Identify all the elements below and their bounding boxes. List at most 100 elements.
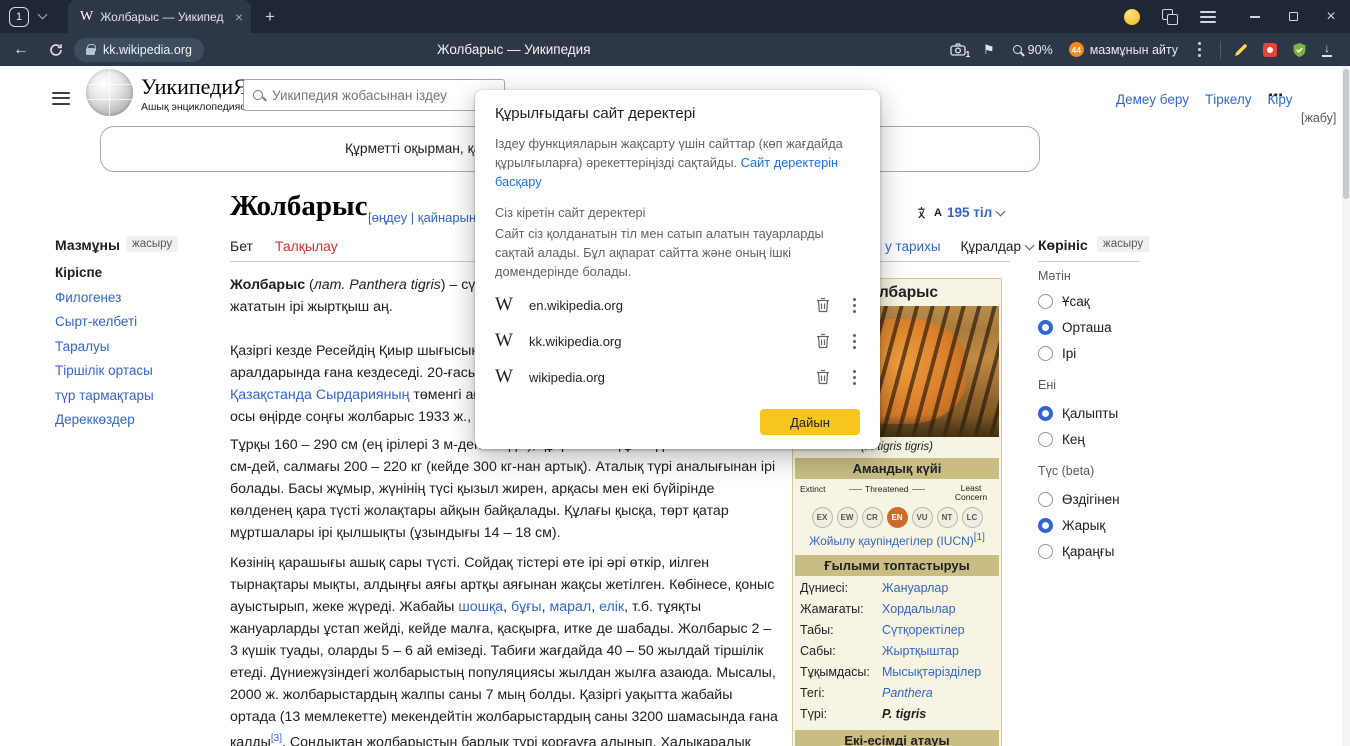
wikipedia-favicon: W [80,9,93,25]
radio-text-small[interactable]: Ұсақ [1038,294,1090,309]
article-paragraph-4: Көзінің қарашығы ашық сары түсті. Сойдақ… [230,552,778,746]
delete-site-data-icon[interactable] [816,333,830,349]
search-input[interactable] [272,88,495,103]
article-tabs-right: у тарихы Құралдар [885,239,1033,254]
tab-talk[interactable]: Талқылау [275,238,338,254]
url-text: kk.wikipedia.org [103,43,192,57]
bookmark-icon[interactable]: ⚑ [983,42,995,58]
back-icon[interactable]: ← [0,41,42,59]
site-more-options-icon[interactable] [848,368,860,386]
dialog-section-text: Сайт сіз қолданатын тіл мен сатып алатын… [495,224,860,281]
tab-group-button[interactable]: 1 [9,7,29,27]
article-paragraph-3: Тұрқы 160 – 290 см (ең ірілері 3 м-ден а… [230,434,778,544]
register-link[interactable]: Тіркелу [1205,92,1252,107]
radio-text-large[interactable]: Ірі [1038,346,1076,361]
window-close-button[interactable]: × [1312,0,1350,33]
banner-close-link[interactable]: [жабу] [1301,111,1336,125]
taxon-link[interactable]: Жануарлар [882,578,948,599]
maximize-button[interactable] [1274,0,1312,33]
site-data-row: W kk.wikipedia.org [495,323,860,359]
scrollbar-thumb[interactable] [1343,69,1349,199]
toc-list: Кіріспе Филогенез Сырт-келбеті Таралуы Т… [55,265,154,427]
tools-menu[interactable]: Құралдар [961,239,1033,254]
wordmark-subtitle: Ашық энциклопедиясы [141,101,253,113]
delete-site-data-icon[interactable] [816,369,830,385]
radio-color-auto[interactable]: Өздігінен [1038,492,1120,507]
browser-tab-active[interactable]: W Жолбарыс — Уикипед × [68,0,251,33]
adblock-icon[interactable] [1263,43,1277,57]
dialog-title: Құрылғыдағы сайт деректері [495,105,860,122]
toc-item-appearance[interactable]: Сырт-келбеті [55,314,154,329]
tools-caret-icon [1025,240,1035,250]
radio-color-light[interactable]: Жарық [1038,518,1105,533]
download-icon[interactable]: ↓ [1322,43,1332,57]
taxon-link[interactable]: Жыртқыштар [882,641,959,662]
address-bar[interactable]: kk.wikipedia.org [74,38,204,62]
toc-item-habitat[interactable]: Тіршілік ортасы [55,363,154,378]
link-bugy[interactable]: бұғы [511,599,542,615]
taxon-link[interactable]: Мысықтәрізділер [882,662,981,683]
link-maral[interactable]: марал [549,599,591,615]
wikipedia-wordmark[interactable]: УикипедиЯ Ашық энциклопедиясы [141,75,253,113]
radio-icon [1038,544,1053,559]
radio-icon-selected [1038,406,1053,421]
site-more-options-icon[interactable] [848,296,860,314]
toc-item-distribution[interactable]: Таралуы [55,339,154,354]
wikipedia-logo[interactable] [86,69,133,116]
browser-menu-icon[interactable] [1200,8,1216,26]
reference-1-link[interactable]: [1] [974,532,985,543]
tab-history[interactable]: у тарихы [885,239,941,254]
toc-item-references[interactable]: Дереккөздер [55,412,154,427]
link-shoshqa[interactable]: шошқа [458,599,503,615]
protect-shield-icon[interactable] [1292,42,1307,58]
zoom-indicator[interactable]: 90% [1013,43,1053,57]
language-selector[interactable]: A 195 тіл [917,205,1004,220]
read-aloud-button[interactable]: 44 мазмұнын айту [1069,42,1178,57]
new-tab-button[interactable]: + [265,7,275,27]
radio-text-medium[interactable]: Орташа [1038,320,1112,335]
taxonomy-row: Дүниесі:Жануарлар [795,578,999,599]
taxon-link-genus[interactable]: Panthera [882,683,933,704]
taxonomy-header: Ғылыми топтастыруы [795,555,999,576]
promo-icon[interactable] [1124,9,1140,25]
iucn-lc: LC [962,507,983,528]
site-more-options-icon[interactable] [848,332,860,350]
screenshot-icon[interactable]: 1 [950,43,966,56]
page-scrollbar[interactable] [1342,66,1350,746]
link-syrdariya[interactable]: Сырдарияның [316,387,410,403]
search-box[interactable] [243,79,505,111]
toc-item-intro[interactable]: Кіріспе [55,265,154,280]
tab-close-icon[interactable]: × [235,9,243,25]
radio-color-dark[interactable]: Қараңғы [1038,544,1114,559]
toc-item-subspecies[interactable]: түр тармақтары [55,388,154,403]
toc-hide-button[interactable]: жасыру [126,236,178,252]
iucn-status-link[interactable]: Жойылу қаупіндегілер (IUCN) [809,534,974,548]
tabbar-right-controls: × [1124,0,1350,33]
more-options-icon[interactable] [1192,41,1206,59]
tab-page[interactable]: Бет [230,238,253,254]
reference-3-link[interactable]: [3] [271,733,282,744]
lock-icon [86,48,95,55]
tab-list-caret-icon[interactable] [38,10,48,20]
link-kazakhstan[interactable]: Қазақстанда [230,387,312,403]
toc-item-phylogenesis[interactable]: Филогенез [55,290,154,305]
wiki-more-menu-icon[interactable]: ⋯ [1268,86,1284,104]
delete-site-data-icon[interactable] [816,297,830,313]
wiki-menu-icon[interactable] [52,88,70,108]
reload-icon[interactable] [42,43,70,57]
minimize-button[interactable] [1236,0,1274,33]
donate-link[interactable]: Демеу беру [1116,92,1189,107]
text-size-label: Мәтін [1038,269,1071,283]
appearance-hide-button[interactable]: жасыру [1097,236,1149,252]
taxonomy-row: Тегі:Panthera [795,683,999,704]
taxon-link[interactable]: Хордалылар [882,599,956,620]
done-button[interactable]: Дайын [760,409,860,435]
link-elik[interactable]: елік [599,599,624,615]
language-caret-icon [996,206,1006,216]
browser-toolbar: ← kk.wikipedia.org 1 ⚑ 90% 44 мазмұнын а… [0,33,1350,66]
pencil-icon[interactable] [1234,43,1248,57]
tab-panels-icon[interactable] [1162,9,1178,25]
radio-width-wide[interactable]: Кең [1038,432,1085,447]
taxon-link[interactable]: Сүтқоректілер [882,620,965,641]
radio-width-standard[interactable]: Қалыпты [1038,406,1118,421]
